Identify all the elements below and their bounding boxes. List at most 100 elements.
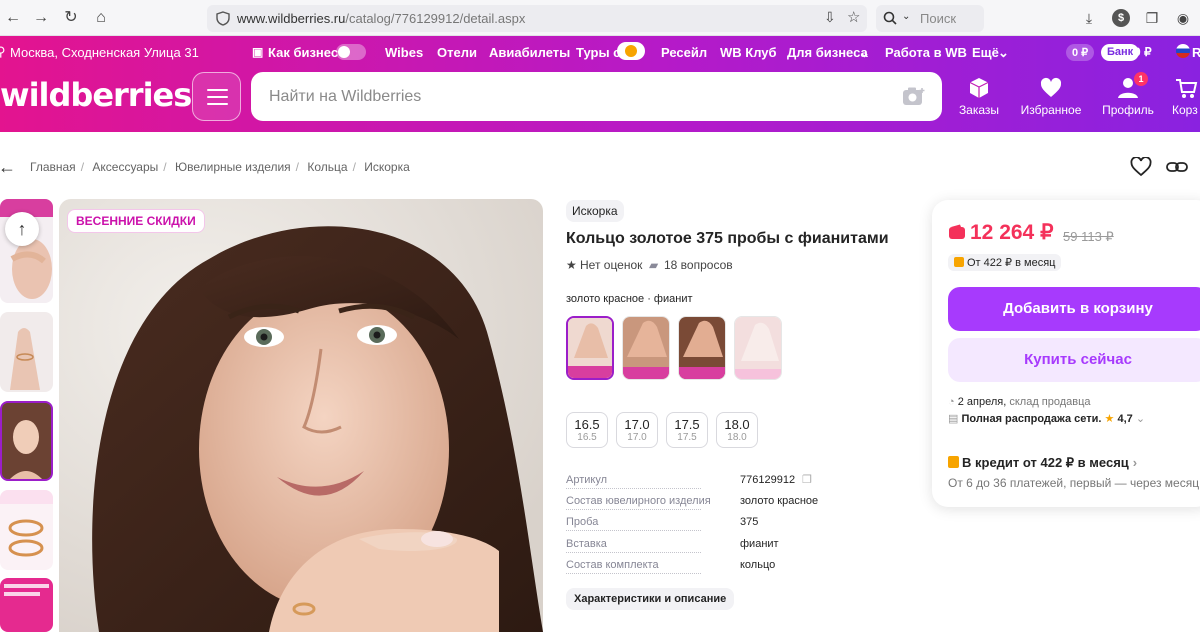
details-button[interactable]: Характеристики и описание	[566, 588, 735, 610]
top-bar: ⚲ Москва, Сходненская Улица 31 ▣ Как биз…	[0, 36, 1200, 68]
nav-link-wibes[interactable]: Wibes	[385, 45, 423, 60]
product-main-photo[interactable]	[59, 199, 543, 632]
forward-icon[interactable]: →	[32, 9, 50, 27]
buy-card: 12 264 ₽ 59 113 ₽ От 422 ₽ в месяц Добав…	[932, 200, 1200, 507]
color-swatch[interactable]	[678, 316, 726, 380]
size-value: 18.0	[724, 417, 750, 432]
favorite-heart-icon[interactable]	[1130, 157, 1152, 177]
breadcrumb-jewelry[interactable]: Ювелирные изделия	[175, 160, 291, 174]
favorites-link[interactable]: Избранное	[1018, 76, 1084, 117]
add-to-cart-button[interactable]: Добавить в корзину	[948, 287, 1200, 331]
favorites-label: Избранное	[1020, 103, 1082, 117]
breadcrumb-accessories[interactable]: Аксессуары	[92, 160, 158, 174]
buy-now-button[interactable]: Купить сейчас	[948, 338, 1200, 382]
russian-flag-icon[interactable]	[1176, 44, 1190, 58]
color-swatch[interactable]	[622, 316, 670, 380]
size-option[interactable]: 17.5 17.5	[666, 412, 708, 448]
gallery-thumbnail[interactable]	[0, 490, 53, 570]
size-sub: 16.5	[577, 432, 597, 443]
heart-icon	[1040, 77, 1062, 97]
color-swatch-selected[interactable]	[566, 316, 614, 380]
nav-link-hotels[interactable]: Отели	[437, 45, 477, 60]
nav-link-more[interactable]: Ещё	[972, 45, 999, 60]
address-bar[interactable]: www.wildberries.ru/catalog/776129912/det…	[207, 5, 867, 32]
spec-value: 375	[740, 516, 759, 528]
wallet-icon	[949, 224, 965, 239]
downloads-icon[interactable]: ⤓	[1080, 9, 1098, 27]
back-arrow-icon[interactable]: ←	[0, 157, 16, 178]
site-search-placeholder: Найти на Wildberries	[269, 88, 422, 105]
bookmark-star-icon[interactable]: ☆	[847, 8, 860, 26]
cart-link[interactable]: Корз	[1172, 76, 1200, 117]
seller-rating: 4,7	[1117, 413, 1133, 425]
nav-link-for-business[interactable]: Для бизнеса	[787, 45, 868, 60]
nav-link-wb-club[interactable]: WB Клуб	[720, 45, 777, 60]
scroll-up-icon[interactable]: ↑	[5, 212, 39, 246]
site-search-input[interactable]: Найти на Wildberries	[251, 72, 942, 121]
spec-value: фианит	[740, 538, 779, 550]
chevron-right-icon: ›	[1132, 455, 1138, 470]
copy-icon[interactable]: ❐	[802, 473, 812, 486]
business-toggle[interactable]	[336, 44, 366, 60]
location-link[interactable]: Москва, Сходненская Улица 31	[10, 45, 199, 60]
rating-text[interactable]: Нет оценок	[580, 258, 642, 272]
spec-row: Состав ювелирного изделия золото красное	[566, 495, 866, 513]
profile-label: Профиль	[1102, 103, 1154, 117]
breadcrumb-brand[interactable]: Искорка	[364, 160, 410, 174]
credit-icon	[948, 456, 959, 468]
share-link-icon[interactable]	[1166, 159, 1188, 175]
credit-text: В кредит от 422 ₽ в месяц	[962, 455, 1129, 470]
browser-search-placeholder: Поиск	[920, 11, 957, 26]
menu-button[interactable]	[192, 72, 241, 121]
orders-link[interactable]: Заказы	[956, 76, 1002, 117]
shield-icon	[216, 11, 230, 26]
credit-offer[interactable]: В кредит от 422 ₽ в месяц ›	[948, 455, 1137, 471]
seller-line[interactable]: ▤ Полная распродажа сети. ★ 4,7 ⌄	[948, 412, 1145, 425]
spec-row: Состав комплекта кольцо	[566, 559, 866, 577]
address-text: www.wildberries.ru/catalog/776129912/det…	[237, 11, 526, 26]
breadcrumb-rings[interactable]: Кольца	[307, 160, 347, 174]
brand-tag[interactable]: Искорка	[566, 200, 624, 222]
camera-search-icon[interactable]	[902, 86, 926, 106]
menu-icon-line	[207, 96, 228, 98]
star-icon: ★	[1104, 413, 1115, 425]
language-code[interactable]: R	[1192, 45, 1200, 60]
clock-icon: ◔	[948, 396, 955, 408]
breadcrumb: Главная / Аксессуары / Ювелирные изделия / …	[30, 160, 410, 174]
size-value: 17.5	[674, 417, 700, 432]
size-sub: 17.0	[627, 432, 647, 443]
nav-link-resale[interactable]: Ресейл	[661, 45, 707, 60]
questions-link[interactable]: 18 вопросов	[664, 258, 733, 272]
profile-badge: 1	[1134, 72, 1148, 86]
spec-key: Артикул	[566, 474, 611, 486]
wallet-pill[interactable]: 0 ₽	[1066, 44, 1095, 61]
back-icon[interactable]: ←	[4, 9, 22, 27]
size-value: 16.5	[574, 417, 600, 432]
nav-link-jobs[interactable]: Работа в WB	[885, 45, 967, 60]
chevron-down-icon: ⌄	[998, 45, 1009, 60]
size-option[interactable]: 18.0 18.0	[716, 412, 758, 448]
reload-icon[interactable]: ↻	[62, 9, 80, 27]
cart-label: Корз	[1172, 103, 1198, 117]
business-toggle-label: Как бизнес	[268, 45, 339, 60]
wildberries-logo[interactable]: wildberries	[0, 76, 192, 114]
installment-pill[interactable]: От 422 ₽ в месяц	[948, 254, 1062, 271]
gallery-thumbnail[interactable]	[0, 578, 53, 632]
install-icon[interactable]: ⇩	[824, 9, 836, 26]
nav-link-tours[interactable]: Туры с	[576, 45, 620, 60]
size-option[interactable]: 17.0 17.0	[616, 412, 658, 448]
browser-search[interactable]: ⌄ Поиск	[876, 5, 984, 32]
nav-link-flights[interactable]: Авиабилеты	[489, 45, 570, 60]
color-swatch[interactable]	[734, 316, 782, 380]
extension-icon[interactable]: $	[1112, 9, 1130, 27]
size-option[interactable]: 16.5 16.5	[566, 412, 608, 448]
breadcrumb-home[interactable]: Главная	[30, 160, 76, 174]
gallery-thumbnail-selected[interactable]	[0, 401, 53, 481]
gallery-thumbnail[interactable]	[0, 312, 53, 392]
spec-row: Проба 375	[566, 516, 866, 534]
copy-icon[interactable]: ❐	[1143, 9, 1161, 27]
delivery-date: 2 апреля,	[957, 396, 1007, 408]
home-icon[interactable]: ⌂	[92, 9, 110, 27]
profile-link[interactable]: 1 Профиль	[1100, 72, 1156, 117]
profile-icon[interactable]: ◉	[1174, 9, 1192, 27]
